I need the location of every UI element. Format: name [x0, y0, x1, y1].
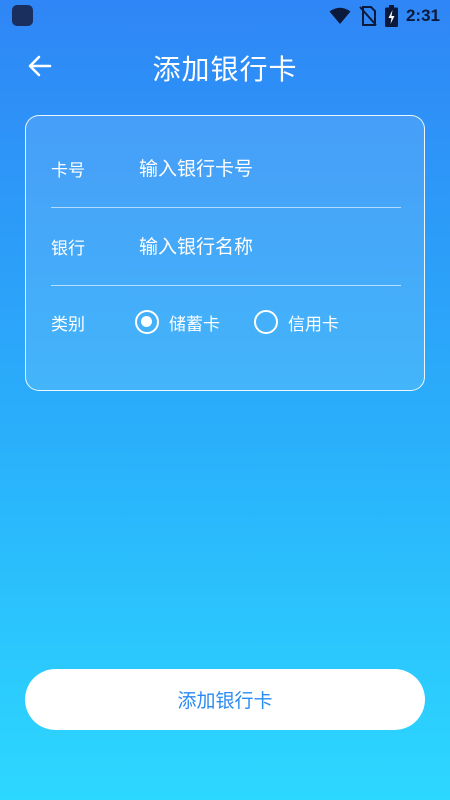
- status-time: 2:31: [405, 6, 440, 25]
- card-type-radio-group: 储蓄卡 信用卡: [135, 310, 373, 335]
- bank-card-form: 卡号 银行 类别 储蓄卡 信用卡: [25, 115, 425, 391]
- radio-label-credit-card: 信用卡: [288, 314, 339, 335]
- card-number-label: 卡号: [51, 161, 85, 181]
- card-number-row: 卡号: [51, 130, 401, 208]
- status-bar: 2:31: [0, 0, 450, 32]
- wifi-icon: [329, 7, 351, 24]
- card-type-label: 类别: [51, 314, 85, 335]
- card-type-row: 类别 储蓄卡 信用卡: [51, 294, 401, 350]
- bank-label: 银行: [51, 239, 85, 259]
- page-title: 添加银行卡: [152, 53, 298, 86]
- radio-unchecked-icon[interactable]: [254, 310, 278, 334]
- radio-option-credit-card[interactable]: 信用卡: [254, 310, 339, 335]
- app-notification-icon: [12, 5, 33, 26]
- radio-label-debit-card: 储蓄卡: [169, 314, 220, 335]
- radio-option-debit-card[interactable]: 储蓄卡: [135, 310, 220, 335]
- add-bank-card-button[interactable]: 添加银行卡: [25, 669, 425, 730]
- bank-name-input[interactable]: [139, 235, 401, 258]
- status-icons: 2:31: [329, 4, 440, 28]
- no-sim-icon: [359, 6, 377, 26]
- bank-name-row: 银行: [51, 208, 401, 286]
- battery-charging-icon: [384, 5, 398, 27]
- card-number-input[interactable]: [139, 157, 401, 180]
- top-bar: 添加银行卡: [0, 40, 450, 92]
- radio-checked-icon[interactable]: [135, 310, 159, 334]
